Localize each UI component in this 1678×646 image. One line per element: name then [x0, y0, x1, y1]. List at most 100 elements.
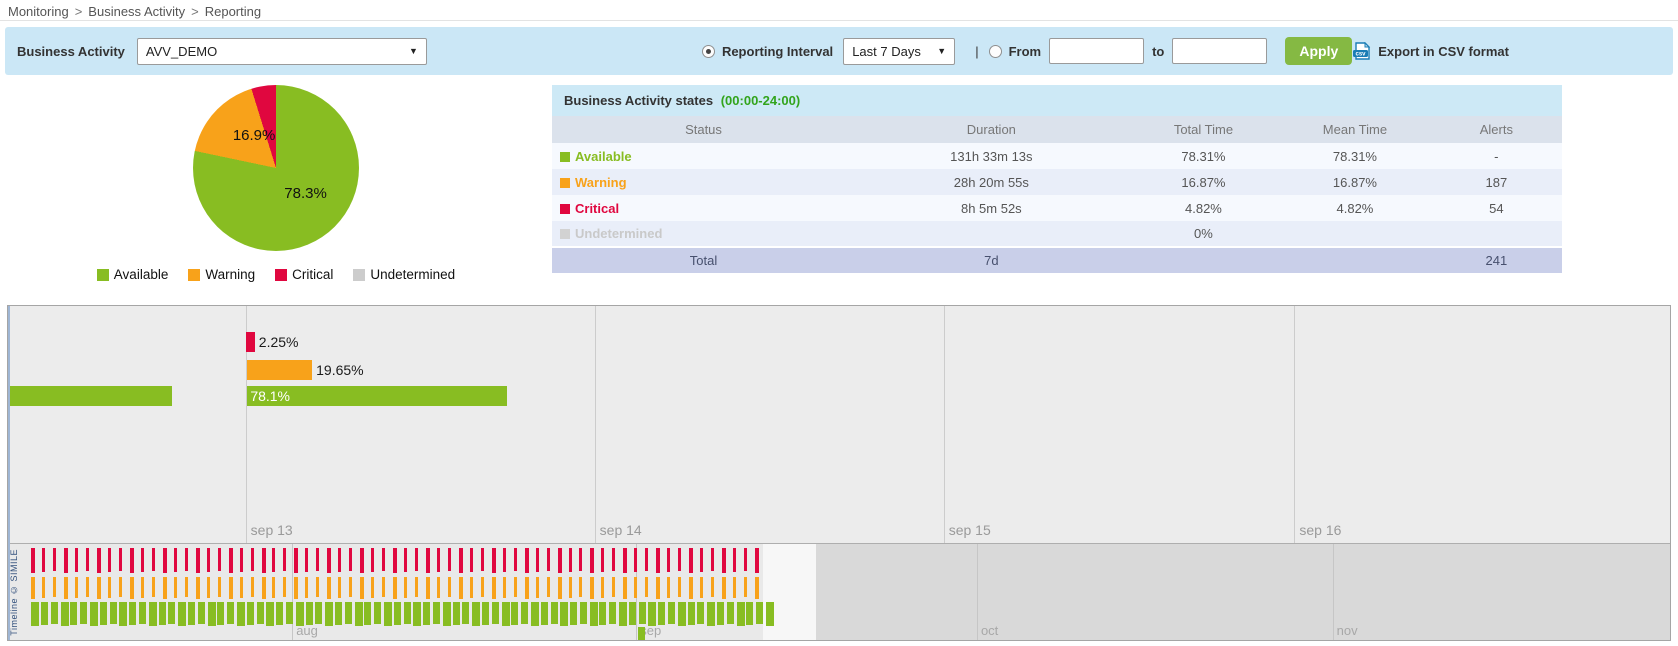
- critical-event-tick: [744, 548, 747, 571]
- legend-swatch: [97, 269, 109, 281]
- warning-event-tick: [229, 577, 233, 599]
- available-event-tick: [41, 602, 48, 625]
- breadcrumb-link[interactable]: Business Activity: [88, 4, 185, 19]
- column-header-alerts: Alerts: [1431, 116, 1562, 143]
- day-gridline: [944, 306, 945, 543]
- critical-event-tick: [503, 548, 506, 572]
- available-event-tick: [129, 602, 136, 625]
- breadcrumb-link[interactable]: Reporting: [205, 4, 261, 19]
- table-cell: 16.87%: [1279, 169, 1431, 195]
- export-csv-button[interactable]: csv Export in CSV format: [1352, 42, 1509, 60]
- available-event-tick: [139, 602, 146, 624]
- critical-event-tick: [64, 548, 68, 573]
- critical-event-tick: [481, 548, 484, 571]
- critical-event-tick: [130, 548, 134, 573]
- available-event-tick: [247, 602, 254, 625]
- available-event-tick: [511, 602, 518, 625]
- legend-item-available: Available: [97, 267, 169, 282]
- apply-button[interactable]: Apply: [1285, 37, 1352, 65]
- reporting-interval-select[interactable]: Last 7 Days ▼: [843, 38, 955, 65]
- simile-attribution: Timeline © SIMILE: [9, 544, 19, 640]
- critical-event-tick: [141, 548, 144, 572]
- warning-event-tick: [481, 577, 484, 597]
- legend-label: Critical: [292, 267, 333, 282]
- warning-event-tick: [31, 577, 35, 599]
- critical-event-tick: [689, 548, 693, 573]
- available-event-tick: [364, 602, 371, 625]
- breadcrumb-separator: >: [75, 4, 83, 19]
- critical-event-tick: [514, 548, 517, 571]
- critical-event-tick: [119, 548, 122, 571]
- critical-event-tick: [97, 548, 101, 573]
- breadcrumb-link[interactable]: Monitoring: [8, 4, 69, 19]
- critical-event-tick: [623, 548, 627, 573]
- warning-event-tick: [262, 577, 266, 599]
- critical-event-tick: [722, 548, 726, 573]
- warning-event-tick: [569, 577, 572, 598]
- from-date-input[interactable]: [1049, 38, 1144, 64]
- pie-chart-section: 16.9% 78.3% AvailableWarningCriticalUnde…: [0, 75, 552, 303]
- available-event-tick: [188, 602, 195, 625]
- available-event-tick: [737, 602, 745, 626]
- warning-event-tick: [152, 577, 155, 597]
- critical-event-tick: [196, 548, 200, 573]
- legend-swatch: [353, 269, 365, 281]
- available-event-tick: [355, 602, 363, 626]
- states-table-title: Business Activity states (00:00-24:00): [552, 85, 1562, 116]
- available-event-tick: [551, 602, 558, 624]
- svg-text:csv: csv: [1356, 52, 1367, 58]
- chevron-down-icon: ▼: [409, 46, 418, 56]
- day-label: sep 13: [251, 522, 293, 538]
- day-gridline: [595, 306, 596, 543]
- breadcrumb-separator: >: [191, 4, 199, 19]
- critical-event-tick: [755, 548, 759, 573]
- available-event-tick: [198, 602, 205, 624]
- available-event-tick: [443, 602, 451, 626]
- available-event-tick: [61, 602, 69, 626]
- critical-event-tick: [569, 548, 572, 572]
- available-event-tick: [384, 602, 392, 626]
- critical-event-tick: [272, 548, 275, 572]
- to-date-input[interactable]: [1172, 38, 1267, 64]
- critical-event-tick: [283, 548, 286, 571]
- timeline-main-band[interactable]: sep 13sep 14sep 15sep 162.25%19.65%78.1%: [8, 306, 1670, 543]
- critical-event-tick: [86, 548, 89, 571]
- critical-event-tick: [393, 548, 397, 573]
- warning-event-tick: [514, 577, 517, 597]
- critical-event-tick: [678, 548, 681, 571]
- table-cell: [1279, 221, 1431, 247]
- warning-event-tick: [185, 577, 188, 597]
- warning-event-tick: [130, 577, 134, 599]
- warning-event-tick: [349, 577, 352, 597]
- warning-event-tick: [371, 577, 374, 598]
- business-activity-select[interactable]: AVV_DEMO ▼: [137, 38, 427, 65]
- warning-event-tick: [174, 577, 177, 598]
- warning-event-tick: [240, 577, 243, 598]
- warning-event-tick: [601, 577, 604, 598]
- status-name: Available: [575, 149, 632, 164]
- warning-event-tick: [492, 577, 496, 599]
- warning-event-tick: [207, 577, 210, 598]
- warning-event-tick: [645, 577, 648, 597]
- available-event-tick: [51, 602, 58, 624]
- available-event-tick: [638, 627, 645, 640]
- available-event-tick: [717, 602, 724, 625]
- warning-event-tick: [382, 577, 385, 597]
- available-event-tick: [707, 602, 715, 626]
- available-event-tick: [257, 602, 264, 624]
- warning-event-tick: [470, 577, 473, 598]
- available-event-tick: [70, 602, 77, 625]
- available-event-tick: [404, 602, 411, 624]
- reporting-interval-radio[interactable]: [702, 45, 715, 58]
- critical-event-tick: [634, 548, 637, 572]
- timeline-overview-band[interactable]: Timeline © SIMILE augsepoctnov: [8, 543, 1670, 640]
- critical-event-tick: [404, 548, 407, 572]
- custom-range-radio[interactable]: [989, 45, 1002, 58]
- available-event-tick: [335, 602, 342, 625]
- reporting-interval-value: Last 7 Days: [852, 44, 921, 59]
- warning-event-tick: [272, 577, 275, 598]
- month-gridline: [292, 544, 293, 640]
- available-event-tick: [609, 602, 616, 624]
- critical-event-tick: [316, 548, 319, 571]
- critical-event-tick: [371, 548, 374, 572]
